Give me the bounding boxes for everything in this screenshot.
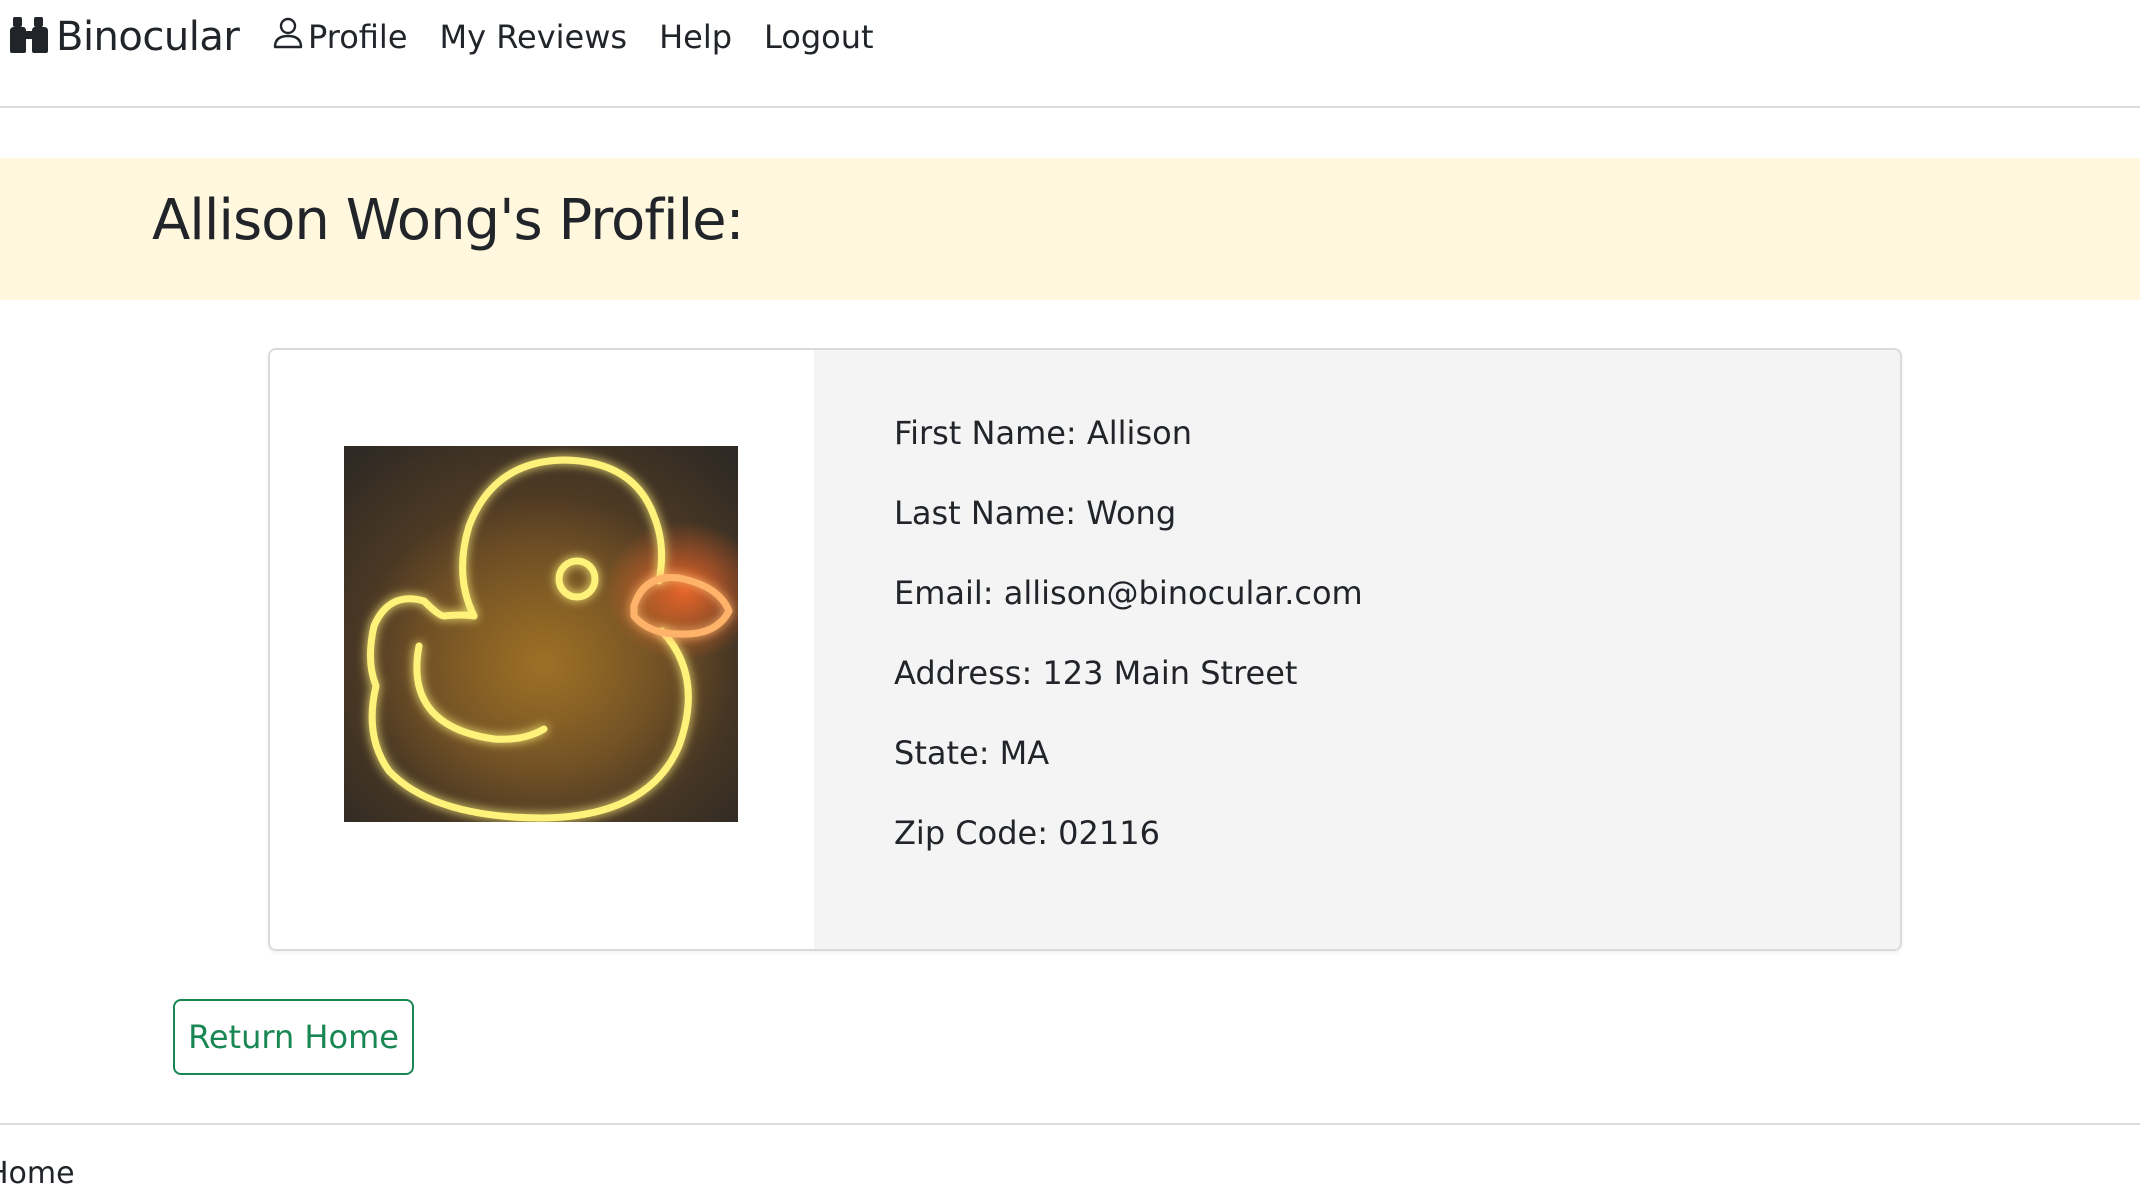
email-field: Email: allison@binocular.com (894, 574, 1363, 612)
nav-links: Profile My Reviews Help Logout (272, 12, 906, 62)
nav-logout-link[interactable]: Logout (764, 18, 874, 56)
nav-logout-label: Logout (764, 18, 874, 56)
person-icon (272, 16, 304, 58)
last-name-field: Last Name: Wong (894, 494, 1177, 532)
nav-profile-label: Profile (308, 18, 408, 56)
nav-my-reviews-link[interactable]: My Reviews (440, 18, 628, 56)
profile-card: First Name: Allison Last Name: Wong Emai… (268, 348, 1902, 951)
return-home-button[interactable]: Return Home (173, 999, 414, 1075)
avatar (344, 446, 738, 822)
top-navbar: Binocular Profile My Reviews Help Logout (0, 0, 2140, 108)
zip-code-field: Zip Code: 02116 (894, 814, 1160, 852)
avatar-panel (270, 350, 814, 949)
first-name-field: First Name: Allison (894, 414, 1192, 452)
nav-help-label: Help (659, 18, 733, 56)
address-field: Address: 123 Main Street (894, 654, 1298, 692)
footer-divider (0, 1123, 2140, 1125)
details-panel: First Name: Allison Last Name: Wong Emai… (814, 350, 1900, 949)
binoculars-icon (8, 15, 50, 59)
neon-duck-image (344, 446, 738, 822)
profile-details: First Name: Allison Last Name: Wong Emai… (894, 408, 1363, 888)
footer-home-link[interactable]: Home (0, 1156, 75, 1191)
nav-help-link[interactable]: Help (659, 18, 732, 56)
profile-banner: Allison Wong's Profile: (0, 158, 2140, 300)
page-title: Allison Wong's Profile: (152, 188, 744, 253)
nav-profile-link[interactable]: Profile (272, 16, 408, 58)
nav-my-reviews-label: My Reviews (439, 18, 628, 56)
brand-link[interactable]: Binocular (8, 12, 240, 62)
state-field: State: MA (894, 734, 1050, 772)
brand-name: Binocular (56, 14, 240, 60)
